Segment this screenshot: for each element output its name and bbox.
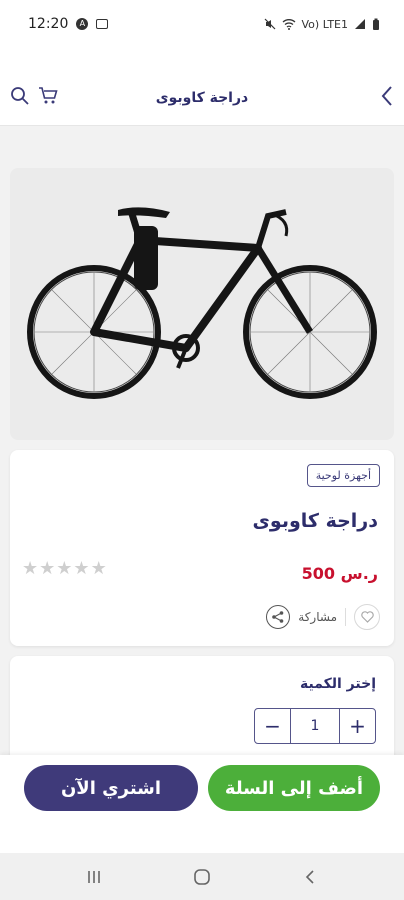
recent-apps-button[interactable] xyxy=(74,862,114,892)
bicycle-image xyxy=(27,207,377,399)
mute-icon xyxy=(264,18,275,30)
back-button[interactable] xyxy=(290,862,330,892)
product-image xyxy=(10,168,394,440)
star-icon: ★ xyxy=(73,558,90,579)
share-button[interactable] xyxy=(266,605,291,629)
status-right: Vo) LTE1 xyxy=(264,18,380,31)
star-icon: ★ xyxy=(22,558,39,579)
share-row: مشاركة xyxy=(266,604,380,630)
decrease-button[interactable]: − xyxy=(255,709,291,743)
status-bar: 12:20 A Vo) LTE1 xyxy=(0,0,404,48)
system-nav-bar xyxy=(0,853,404,900)
product-price: 500 ر.س xyxy=(301,564,378,583)
page-title: دراجة كاوبوى xyxy=(155,90,249,106)
quantity-label: إختر الكمية xyxy=(300,676,376,692)
quantity-stepper: − 1 + xyxy=(254,708,376,744)
share-icon xyxy=(272,611,284,623)
app-header: دراجة كاوبوى xyxy=(0,48,404,126)
heart-icon xyxy=(360,611,374,623)
home-button[interactable] xyxy=(182,862,222,892)
star-icon: ★ xyxy=(90,558,107,579)
status-time: 12:20 xyxy=(28,16,69,32)
divider xyxy=(345,608,346,626)
product-name: دراجة كاوبوى xyxy=(252,510,379,532)
signal-icon xyxy=(355,19,365,29)
product-info-card: أجهزة لوحية دراجة كاوبوى ★ ★ ★ ★ ★ 500 ر… xyxy=(10,450,394,646)
wifi-icon xyxy=(282,19,295,30)
rating-stars: ★ ★ ★ ★ ★ xyxy=(22,558,107,579)
home-icon xyxy=(194,868,210,885)
category-badge[interactable]: أجهزة لوحية xyxy=(306,464,380,487)
increase-button[interactable]: + xyxy=(339,709,375,743)
image-notification-icon xyxy=(96,19,109,29)
status-left: 12:20 A xyxy=(28,16,109,32)
buy-now-button[interactable]: اشتري الآن xyxy=(24,765,198,811)
star-icon: ★ xyxy=(56,558,73,579)
recent-apps-icon xyxy=(88,870,100,883)
quantity-value[interactable]: 1 xyxy=(291,709,339,743)
app-notification-icon: A xyxy=(76,18,89,30)
battery-icon xyxy=(373,18,379,30)
network-text: Vo) LTE1 xyxy=(301,17,348,31)
star-icon: ★ xyxy=(39,558,56,579)
back-arrow-icon[interactable] xyxy=(380,84,394,108)
wishlist-button[interactable] xyxy=(354,604,380,630)
add-to-cart-button[interactable]: أضف إلى السلة xyxy=(208,765,380,811)
bottom-action-bar: اشتري الآن أضف إلى السلة xyxy=(0,755,404,853)
share-label[interactable]: مشاركة xyxy=(298,610,337,624)
back-icon xyxy=(305,869,314,884)
